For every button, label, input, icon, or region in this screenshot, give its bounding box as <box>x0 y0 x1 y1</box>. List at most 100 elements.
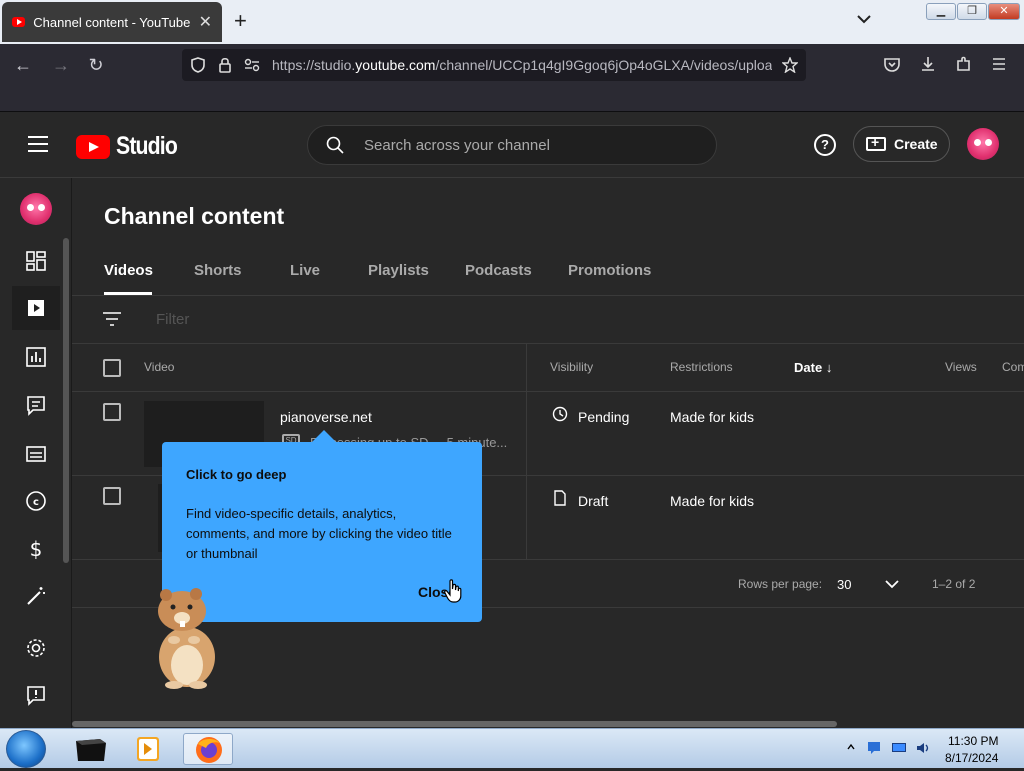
browser-tab[interactable]: Channel content - YouTube Studio ✕ <box>2 2 222 42</box>
tab-shorts[interactable]: Shorts <box>194 262 242 279</box>
row-checkbox[interactable] <box>103 487 121 505</box>
column-visibility: Visibility <box>550 360 594 374</box>
channel-avatar[interactable] <box>20 193 52 225</box>
content-icon <box>28 300 44 316</box>
tooltip-title: Click to go deep <box>186 467 287 482</box>
chevron-up-icon[interactable] <box>846 742 856 752</box>
network-icon[interactable] <box>891 741 907 755</box>
tab-videos[interactable]: Videos <box>104 262 153 279</box>
back-arrow-icon[interactable]: ← <box>12 54 34 76</box>
taskbar-clock-date[interactable]: 8/17/2024 <box>945 751 998 765</box>
search-icon <box>326 136 344 154</box>
analytics-icon <box>26 347 46 367</box>
rows-per-page-label: Rows per page: <box>738 577 823 591</box>
create-label: Create <box>894 136 938 152</box>
filter-input[interactable]: Filter <box>156 311 189 328</box>
select-all-checkbox[interactable] <box>103 359 121 377</box>
tab-live[interactable]: Live <box>290 262 320 279</box>
extensions-icon[interactable] <box>955 55 973 73</box>
new-tab-icon[interactable]: + <box>234 8 247 34</box>
taskbar-app-firefox[interactable] <box>183 733 233 765</box>
visibility-status: Draft <box>578 493 609 509</box>
gear-icon <box>27 639 45 657</box>
sidebar-item-settings[interactable] <box>12 626 60 670</box>
tab-playlists[interactable]: Playlists <box>368 262 429 279</box>
dollar-icon: $ <box>30 538 43 560</box>
pocket-icon[interactable] <box>883 56 901 74</box>
help-icon[interactable]: ? <box>814 134 836 156</box>
column-views: Views <box>945 360 977 374</box>
download-icon[interactable] <box>919 55 937 73</box>
studio-logo[interactable]: Studio <box>76 132 188 161</box>
column-date[interactable]: Date ↓ <box>794 360 832 375</box>
url-text[interactable]: https://studio.youtube.com/channel/UCCp1… <box>272 57 772 73</box>
draft-file-icon <box>554 490 566 506</box>
firefox-icon <box>196 737 222 763</box>
horizontal-scrollbar[interactable] <box>72 721 837 727</box>
taskbar-clock-time[interactable]: 11:30 PM <box>948 734 998 748</box>
video-title[interactable]: pianoverse.net <box>280 409 372 425</box>
comments-icon <box>27 396 45 416</box>
sidebar-scrollbar[interactable] <box>63 238 69 563</box>
sidebar-item-content[interactable] <box>12 286 60 330</box>
star-icon[interactable] <box>782 57 798 73</box>
header-divider <box>72 391 1024 392</box>
menu-icon[interactable] <box>991 56 1007 72</box>
row-checkbox[interactable] <box>103 403 121 421</box>
shield-icon[interactable] <box>190 57 206 73</box>
chevron-down-icon[interactable] <box>884 576 900 592</box>
taskbar-app-terminal[interactable] <box>66 733 116 765</box>
account-avatar[interactable] <box>967 128 999 160</box>
browser-tab-title: Channel content - YouTube Studio <box>33 14 192 30</box>
start-button[interactable] <box>6 730 46 768</box>
chevron-down-icon[interactable] <box>855 10 873 28</box>
browser-navbar: ← → ↻ https://studio.youtube.com/channel… <box>0 44 1024 86</box>
studio-header: Studio Search across your channel ? Crea… <box>0 112 1024 178</box>
sidebar-item-dashboard[interactable] <box>12 239 60 283</box>
reload-icon[interactable]: ↻ <box>85 54 107 76</box>
lock-icon[interactable] <box>218 56 232 74</box>
minimize-button[interactable]: ▁ <box>926 3 956 20</box>
youtube-favicon-icon <box>12 17 26 27</box>
search-box[interactable]: Search across your channel <box>307 125 717 165</box>
window-close-button[interactable]: ✕ <box>988 3 1020 20</box>
filter-icon[interactable] <box>102 311 122 327</box>
subtitles-icon <box>26 446 46 462</box>
terminal-icon <box>76 739 106 761</box>
filter-divider <box>72 343 1024 344</box>
bookmarks-area <box>0 86 1024 112</box>
column-video: Video <box>144 360 175 374</box>
close-tab-icon[interactable]: ✕ <box>199 12 212 32</box>
url-prefix: https://studio. <box>272 57 356 73</box>
address-bar[interactable]: https://studio.youtube.com/channel/UCCp1… <box>182 49 806 81</box>
forward-arrow-icon[interactable]: → <box>50 54 72 76</box>
search-input[interactable]: Search across your channel <box>364 137 550 154</box>
tab-podcasts[interactable]: Podcasts <box>465 262 532 279</box>
sidebar-item-subtitles[interactable] <box>12 432 60 476</box>
hamburger-menu-icon[interactable] <box>28 136 48 152</box>
rows-per-page-select[interactable]: 30 <box>837 577 851 592</box>
restore-button[interactable]: ❐ <box>957 3 987 20</box>
sidebar-item-comments[interactable] <box>12 383 60 427</box>
restrictions-value: Made for kids <box>670 409 755 425</box>
visibility-status: Pending <box>578 409 630 425</box>
video-add-icon <box>866 134 886 151</box>
action-center-icon[interactable] <box>866 741 882 755</box>
page-range: 1–2 of 2 <box>932 577 976 591</box>
column-date-label: Date <box>794 360 823 375</box>
permissions-icon[interactable] <box>244 58 260 72</box>
column-comments: Com <box>1002 360 1024 374</box>
youtube-logo-icon <box>76 134 110 159</box>
sidebar-item-copyright[interactable]: c <box>12 479 60 523</box>
volume-icon[interactable] <box>915 741 931 755</box>
sidebar-item-analytics[interactable] <box>12 335 60 379</box>
sidebar-item-customization[interactable] <box>12 574 60 618</box>
restrictions-value: Made for kids <box>670 493 755 509</box>
sidebar-item-feedback[interactable] <box>12 673 60 717</box>
create-button[interactable]: Create <box>853 126 950 162</box>
sidebar-item-earn[interactable]: $ <box>12 527 60 571</box>
clock-icon <box>552 406 568 422</box>
taskbar-app-media-player[interactable] <box>124 733 174 765</box>
tab-promotions[interactable]: Promotions <box>568 262 651 279</box>
url-path: /channel/UCCp1q4gI9Ggoq6jOp4oGLXA/videos… <box>435 57 772 73</box>
